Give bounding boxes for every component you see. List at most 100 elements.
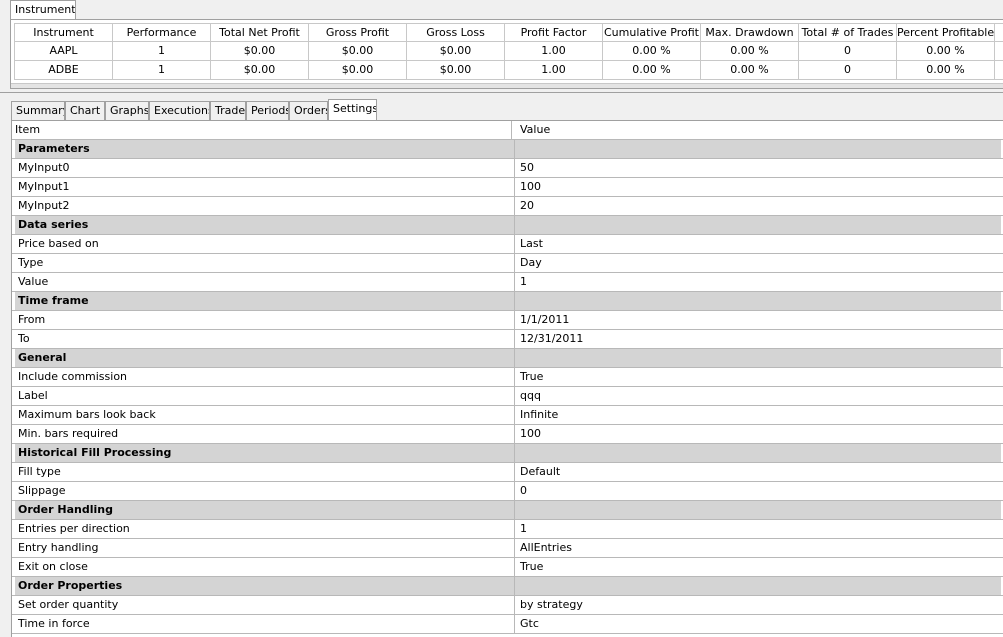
instruments-cell[interactable]: $0.00	[407, 61, 505, 80]
settings-row[interactable]: Time in force Gtc	[12, 615, 1003, 634]
instruments-row-filler	[995, 42, 1003, 61]
settings-row[interactable]: MyInput0 50	[12, 159, 1003, 178]
instruments-column-header[interactable]: Profit Factor	[505, 23, 603, 42]
instruments-cell[interactable]: 0.00 %	[701, 42, 799, 61]
tab-graphs[interactable]: Graphs	[105, 101, 149, 120]
settings-row[interactable]: To 12/31/2011	[12, 330, 1003, 349]
setting-value[interactable]: 1	[515, 520, 1001, 538]
instruments-cell[interactable]: 1	[113, 61, 211, 80]
tab-settings[interactable]: Settings	[328, 99, 377, 120]
setting-name: MyInput2	[15, 197, 515, 215]
settings-row[interactable]: Fill type Default	[12, 463, 1003, 482]
settings-row[interactable]: Type Day	[12, 254, 1003, 273]
settings-row[interactable]: Slippage 0	[12, 482, 1003, 501]
setting-value[interactable]: 12/31/2011	[515, 330, 1001, 348]
setting-value[interactable]: 20	[515, 197, 1001, 215]
instruments-cell[interactable]: $0.00	[309, 61, 407, 80]
instruments-column-header[interactable]: Total # of Trades	[799, 23, 897, 42]
setting-value[interactable]: Infinite	[515, 406, 1001, 424]
tab-periods[interactable]: Periods	[246, 101, 289, 120]
setting-value[interactable]: True	[515, 368, 1001, 386]
instruments-column-header[interactable]: Performance	[113, 23, 211, 42]
settings-row[interactable]: Exit on close True	[12, 558, 1003, 577]
category-value-cell	[515, 292, 1001, 310]
settings-row[interactable]: Maximum bars look back Infinite	[12, 406, 1003, 425]
settings-category-row[interactable]: Data series	[12, 216, 1003, 235]
settings-category-row[interactable]: Order Properties	[12, 577, 1003, 596]
instruments-column-header[interactable]: Instrument	[14, 23, 113, 42]
settings-category-row[interactable]: Historical Fill Processing	[12, 444, 1003, 463]
settings-row[interactable]: MyInput2 20	[12, 197, 1003, 216]
tab-trades[interactable]: Trades	[210, 101, 246, 120]
instruments-column-header[interactable]: Max. Drawdown	[701, 23, 799, 42]
setting-value[interactable]: 1	[515, 273, 1001, 291]
setting-name: Label	[15, 387, 515, 405]
setting-value[interactable]: 100	[515, 178, 1001, 196]
setting-value[interactable]: Day	[515, 254, 1001, 272]
tab-chart[interactable]: Chart	[65, 101, 105, 120]
instruments-grid: Instrument Performance Total Net Profit Gro…	[14, 23, 1003, 80]
value-column-header[interactable]: Value	[515, 121, 1001, 139]
setting-value[interactable]: 1/1/2011	[515, 311, 1001, 329]
setting-value[interactable]: AllEntries	[515, 539, 1001, 557]
setting-value[interactable]: Last	[515, 235, 1001, 253]
settings-row[interactable]: MyInput1 100	[12, 178, 1003, 197]
instruments-column-header[interactable]: Cumulative Profit	[603, 23, 701, 42]
setting-value[interactable]: qqq	[515, 387, 1001, 405]
tab-label: Chart	[70, 104, 101, 117]
setting-name: Entry handling	[15, 539, 515, 557]
settings-row[interactable]: Min. bars required 100	[12, 425, 1003, 444]
instruments-cell[interactable]: $0.00	[211, 61, 309, 80]
instruments-cell[interactable]: 0.00 %	[897, 42, 995, 61]
tab-orders[interactable]: Orders	[289, 101, 328, 120]
category-value-cell	[515, 349, 1001, 367]
panel-splitter[interactable]	[0, 92, 1003, 93]
settings-row[interactable]: Label qqq	[12, 387, 1003, 406]
instruments-cell[interactable]: $0.00	[309, 42, 407, 61]
instruments-cell[interactable]: 0	[799, 42, 897, 61]
settings-row[interactable]: Set order quantity by strategy	[12, 596, 1003, 615]
settings-row[interactable]: Value 1	[12, 273, 1003, 292]
instruments-cell[interactable]: 0.00 %	[701, 61, 799, 80]
setting-name: Value	[15, 273, 515, 291]
instruments-cell[interactable]: ADBE	[14, 61, 113, 80]
instruments-column-header[interactable]: Gross Loss	[407, 23, 505, 42]
settings-category-row[interactable]: Time frame	[12, 292, 1003, 311]
settings-row[interactable]: Entry handling AllEntries	[12, 539, 1003, 558]
setting-value[interactable]: Gtc	[515, 615, 1001, 633]
tab-executions[interactable]: Executions	[149, 101, 210, 120]
settings-category-row[interactable]: Order Handling	[12, 501, 1003, 520]
settings-category-row[interactable]: General	[12, 349, 1003, 368]
setting-value[interactable]: 50	[515, 159, 1001, 177]
setting-value[interactable]: Default	[515, 463, 1001, 481]
instruments-cell[interactable]: $0.00	[211, 42, 309, 61]
instruments-cell[interactable]: 1.00	[505, 42, 603, 61]
item-column-header[interactable]: Item	[12, 121, 512, 139]
instruments-horizontal-scrollbar[interactable]	[11, 83, 1003, 88]
settings-row[interactable]: Entries per direction 1	[12, 520, 1003, 539]
settings-row[interactable]: Price based on Last	[12, 235, 1003, 254]
category-label: Time frame	[15, 292, 515, 310]
settings-row[interactable]: From 1/1/2011	[12, 311, 1003, 330]
instruments-cell[interactable]: AAPL	[14, 42, 113, 61]
instruments-cell[interactable]: 0.00 %	[897, 61, 995, 80]
instruments-cell[interactable]: 0	[799, 61, 897, 80]
instruments-column-header[interactable]: Gross Profit	[309, 23, 407, 42]
setting-value[interactable]: 0	[515, 482, 1001, 500]
setting-name: To	[15, 330, 515, 348]
instruments-column-header[interactable]: Percent Profitable	[897, 23, 995, 42]
tab-summary[interactable]: Summary	[11, 101, 65, 120]
setting-name: Include commission	[15, 368, 515, 386]
instruments-cell[interactable]: 1	[113, 42, 211, 61]
instruments-cell[interactable]: 0.00 %	[603, 42, 701, 61]
instruments-cell[interactable]: 1.00	[505, 61, 603, 80]
setting-value[interactable]: by strategy	[515, 596, 1001, 614]
instruments-cell[interactable]: 0.00 %	[603, 61, 701, 80]
setting-value[interactable]: True	[515, 558, 1001, 576]
instruments-column-header[interactable]: Total Net Profit	[211, 23, 309, 42]
setting-value[interactable]: 100	[515, 425, 1001, 443]
tab-instruments[interactable]: Instruments	[10, 0, 76, 21]
instruments-cell[interactable]: $0.00	[407, 42, 505, 61]
settings-category-row[interactable]: Parameters	[12, 140, 1003, 159]
settings-row[interactable]: Include commission True	[12, 368, 1003, 387]
